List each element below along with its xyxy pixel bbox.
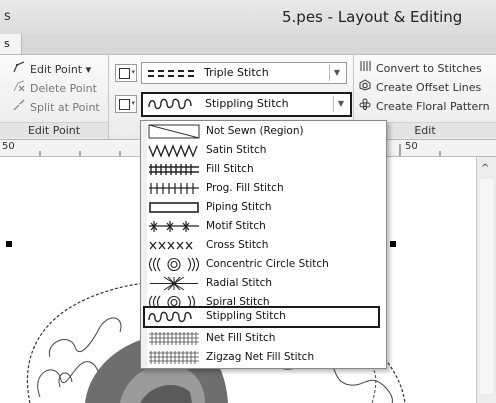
ribbon-tab-row: s [0, 34, 496, 55]
net-fill-stitch-icon [149, 332, 199, 345]
prog-fill-stitch-icon [149, 183, 199, 194]
split-at-point-button[interactable]: Split at Point [12, 99, 100, 117]
edit-point-group: Edit Point ▾ Delete Point Split at Point… [0, 55, 109, 139]
menu-item-not-sewn[interactable]: Not Sewn (Region) [145, 122, 380, 141]
line-stitch-selector[interactable]: Triple Stitch ▼ [141, 62, 347, 84]
offset-lines-icon [358, 79, 372, 97]
menu-item-net-fill-stitch[interactable]: Net Fill Stitch [145, 329, 380, 348]
ribbon-tab[interactable]: s [0, 34, 22, 54]
convert-to-stitches-button[interactable]: Convert to Stitches [358, 60, 482, 78]
region-color-selector[interactable]: ▾ [115, 64, 137, 82]
color-swatch-icon [119, 99, 130, 110]
selection-handle[interactable] [390, 241, 396, 247]
scrollbar-rail[interactable] [480, 179, 493, 394]
satin-stitch-icon [148, 144, 198, 158]
menu-item-prog-fill-stitch[interactable]: Prog. Fill Stitch [145, 179, 380, 198]
delete-point-icon [12, 80, 26, 98]
vertical-scrollbar[interactable]: ^ [476, 157, 496, 403]
edit-point-icon [12, 61, 26, 79]
chevron-down-icon[interactable]: ▼ [329, 65, 344, 81]
menu-item-fill-stitch[interactable]: Fill Stitch [145, 160, 380, 179]
zigzag-net-fill-stitch-icon [149, 351, 199, 364]
fill-color-selector[interactable]: ▾ [115, 95, 137, 113]
scroll-up-icon[interactable]: ^ [481, 163, 489, 174]
menu-item-stippling-stitch[interactable]: Stippling Stitch [143, 306, 380, 328]
concentric-circle-stitch-icon [148, 257, 200, 272]
region-stitch-selector[interactable]: Stippling Stitch ▼ [141, 92, 352, 117]
stippling-stitch-icon [148, 311, 192, 323]
motif-stitch-icon [149, 221, 199, 232]
create-floral-pattern-button[interactable]: Create Floral Pattern [358, 98, 490, 116]
not-sewn-icon [148, 124, 200, 139]
selection-handle[interactable] [6, 241, 12, 247]
window-left-label: s [4, 9, 11, 24]
cross-stitch-icon [149, 241, 193, 250]
menu-item-satin-stitch[interactable]: Satin Stitch [145, 141, 380, 160]
split-point-icon [12, 99, 26, 117]
line-stitch-label: Triple Stitch [204, 66, 269, 79]
convert-stitches-icon [358, 60, 372, 78]
title-bar: s 5.pes - Layout & Editing [0, 0, 496, 35]
stitch-type-menu: Not Sewn (Region) Satin Stitch Fill Stit… [140, 120, 387, 369]
floral-pattern-icon [358, 98, 372, 116]
window-title: 5.pes - Layout & Editing [282, 8, 463, 26]
chevron-down-icon[interactable]: ▼ [333, 96, 348, 112]
delete-point-button[interactable]: Delete Point [12, 80, 97, 98]
edit-point-button[interactable]: Edit Point ▾ [12, 61, 91, 79]
menu-item-piping-stitch[interactable]: Piping Stitch [145, 198, 380, 217]
fill-stitch-icon [149, 164, 199, 175]
region-stitch-label: Stippling Stitch [205, 97, 289, 110]
triple-stitch-icon [148, 70, 194, 77]
menu-item-zigzag-net-fill-stitch[interactable]: Zigzag Net Fill Stitch [145, 348, 380, 367]
menu-item-spiral-stitch[interactable]: Spiral Stitch [145, 293, 380, 307]
radial-stitch-icon [150, 276, 198, 291]
menu-item-cross-stitch[interactable]: Cross Stitch [145, 236, 380, 255]
menu-item-motif-stitch[interactable]: Motif Stitch [145, 217, 380, 236]
color-swatch-icon [119, 68, 130, 79]
stippling-stitch-icon [148, 98, 192, 110]
edit-point-group-label: Edit Point [0, 122, 108, 138]
piping-stitch-icon [149, 202, 199, 213]
create-offset-lines-button[interactable]: Create Offset Lines [358, 79, 481, 97]
menu-item-radial-stitch[interactable]: Radial Stitch [145, 274, 380, 293]
dropdown-arrow-icon: ▾ [85, 63, 92, 76]
menu-item-concentric-circle-stitch[interactable]: Concentric Circle Stitch [145, 255, 380, 274]
